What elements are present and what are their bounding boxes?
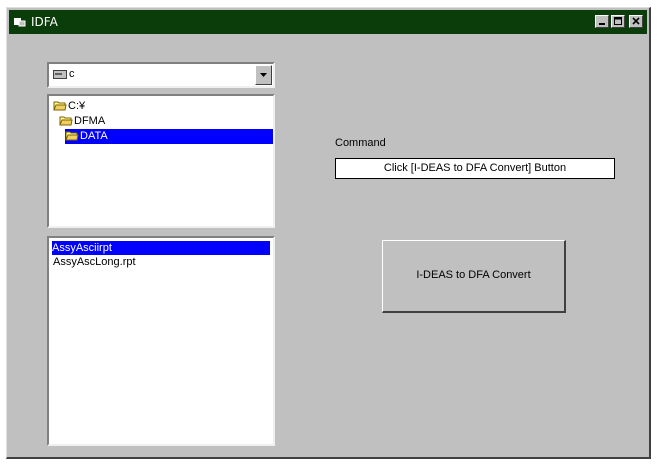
- drive-selector[interactable]: c: [47, 62, 275, 88]
- minimize-icon: [599, 23, 605, 25]
- drive-dropdown-button[interactable]: [255, 65, 272, 85]
- maximize-button[interactable]: [611, 15, 625, 28]
- window-title: IDFA: [31, 15, 58, 29]
- maximize-icon: [614, 17, 622, 25]
- directory-item-selected[interactable]: DATA: [65, 129, 273, 144]
- ideas-to-dfa-convert-button[interactable]: I-DEAS to DFA Convert: [382, 240, 566, 313]
- directory-item-label: C:¥: [68, 100, 86, 112]
- chevron-down-icon: [260, 73, 267, 77]
- open-folder-icon: [65, 131, 79, 141]
- directory-item-label: DATA: [80, 130, 108, 142]
- open-folder-icon: [53, 101, 67, 111]
- directory-list[interactable]: C:¥ DFMA DATA: [47, 94, 275, 228]
- title-bar[interactable]: IDFA: [9, 10, 647, 34]
- close-icon: [632, 17, 640, 25]
- idfa-window: IDFA c C:¥ DFMA DATA AssyAsciirpt AssyAs…: [6, 7, 651, 459]
- command-status-field: Click [I-DEAS to DFA Convert] Button: [335, 158, 615, 179]
- file-list[interactable]: AssyAsciirpt AssyAscLong.rpt: [47, 236, 275, 446]
- command-label: Command: [335, 137, 386, 149]
- drive-icon: [53, 70, 67, 79]
- drive-selector-value: c: [69, 68, 75, 80]
- file-list-item[interactable]: AssyAscLong.rpt: [53, 255, 136, 269]
- close-button[interactable]: [629, 15, 643, 28]
- directory-item[interactable]: C:¥: [53, 99, 117, 114]
- open-folder-icon: [59, 116, 73, 126]
- app-icon: [14, 18, 26, 27]
- directory-item[interactable]: DFMA: [59, 114, 143, 129]
- file-list-item-selected[interactable]: AssyAsciirpt: [52, 241, 270, 255]
- directory-item-label: DFMA: [74, 115, 106, 127]
- minimize-button[interactable]: [595, 15, 609, 28]
